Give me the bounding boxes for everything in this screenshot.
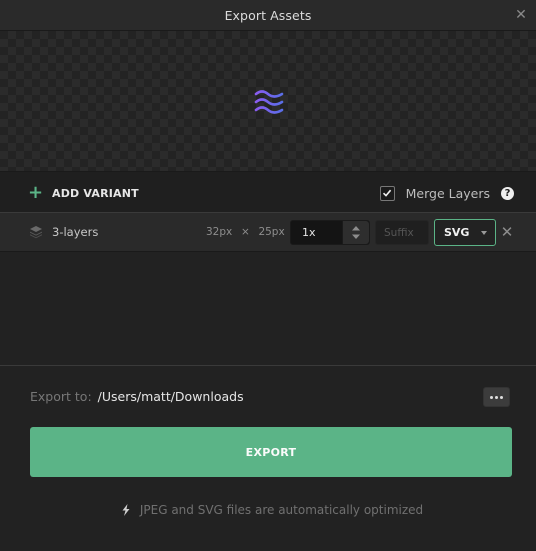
asset-preview [0, 31, 536, 172]
plus-icon: + [28, 182, 44, 203]
export-destination: Export to: /Users/matt/Downloads [30, 389, 244, 404]
lightning-icon [122, 504, 130, 516]
merge-layers-checkbox[interactable] [379, 185, 395, 201]
dot [500, 395, 503, 399]
variant-height: 25px [258, 226, 285, 238]
waves-icon [254, 90, 284, 114]
export-path: /Users/matt/Downloads [97, 389, 244, 404]
variant-name: 3-layers [52, 225, 99, 239]
variant-list-empty-space [0, 253, 536, 366]
export-button-label: EXPORT [245, 445, 297, 459]
add-variant-label: ADD VARIANT [52, 186, 139, 200]
dot [490, 395, 493, 399]
optimization-note-text: JPEG and SVG files are automatically opt… [139, 503, 424, 517]
format-value: SVG [444, 226, 470, 239]
window-title: Export Assets [224, 7, 312, 23]
scale-stepper[interactable] [342, 221, 369, 244]
variant-toolbar: + ADD VARIANT Merge Layers ? [0, 172, 536, 213]
stepper-arrows-icon [352, 226, 360, 239]
title-bar: Export Assets ✕ [0, 0, 536, 31]
variant-width: 32px [206, 226, 233, 238]
export-button[interactable]: EXPORT [30, 427, 512, 477]
checkmark-icon [383, 189, 392, 197]
merge-layers-control: Merge Layers ? [379, 184, 514, 202]
scale-input[interactable]: 1x [290, 220, 370, 245]
chevron-down-icon [481, 231, 487, 235]
close-icon[interactable]: ✕ [514, 7, 528, 23]
variant-dimensions: 32px × 25px [206, 226, 285, 238]
format-select[interactable]: SVG [434, 219, 496, 246]
layers-icon [30, 226, 42, 239]
suffix-input[interactable]: Suffix [375, 220, 429, 245]
export-to-label: Export to: [30, 389, 92, 404]
scale-value[interactable]: 1x [302, 226, 316, 239]
merge-layers-label[interactable]: Merge Layers [406, 186, 490, 201]
add-variant-button[interactable]: + ADD VARIANT [28, 184, 139, 202]
times-sign: × [240, 226, 250, 238]
dot [495, 395, 498, 399]
help-icon[interactable]: ? [501, 186, 514, 200]
optimization-note: JPEG and SVG files are automatically opt… [0, 503, 536, 517]
remove-variant-icon[interactable]: ✕ [500, 224, 514, 240]
choose-folder-button[interactable] [483, 387, 510, 407]
